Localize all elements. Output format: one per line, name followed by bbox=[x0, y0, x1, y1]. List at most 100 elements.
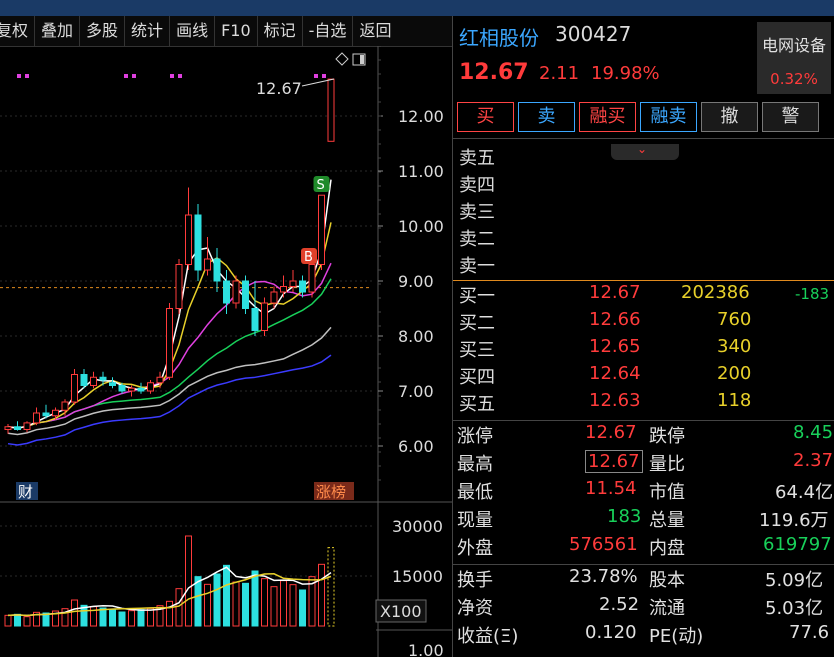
toolbar-draw-line-button[interactable]: 画线 bbox=[170, 16, 216, 46]
volume-bar bbox=[223, 564, 230, 627]
stat-value: 183 bbox=[607, 506, 642, 527]
volume-bar bbox=[185, 535, 192, 627]
stat-row: 最高 12.67 量比 2.37 bbox=[453, 450, 834, 478]
alert-button[interactable]: 警 bbox=[762, 102, 819, 132]
collapse-toggle[interactable]: ⌄ bbox=[611, 142, 679, 160]
stat-value: 5.03亿 bbox=[765, 598, 824, 619]
sector-change-percent: 0.32% bbox=[770, 70, 818, 88]
toolbar-remove-watchlist-button[interactable]: -自选 bbox=[303, 16, 354, 46]
ask-level-4: 卖四 bbox=[459, 175, 495, 196]
volume-bar bbox=[137, 609, 145, 627]
volume-bar bbox=[23, 616, 31, 627]
sector-name: 电网设备 bbox=[761, 36, 826, 55]
bid-price: 12.64 bbox=[589, 363, 641, 384]
divider bbox=[453, 138, 834, 139]
stat-label: 总量 bbox=[649, 510, 685, 531]
bid-row[interactable]: 买一 12.67 202386 -183 bbox=[453, 282, 834, 309]
stat-value: 64.4亿 bbox=[775, 482, 834, 503]
candle-body bbox=[137, 387, 145, 392]
buy-marker-label: B bbox=[304, 250, 313, 265]
stat-value: 576561 bbox=[569, 534, 638, 555]
volume-bar bbox=[99, 607, 107, 627]
toolbar-back-button[interactable]: 返回 bbox=[353, 16, 397, 46]
chart-toolbar: 复权 叠加 多股 统计 画线 F10 标记 -自选 返回 bbox=[0, 16, 452, 47]
sector-box[interactable]: 电网设备 0.32% bbox=[757, 22, 831, 94]
bid-label: 买五 bbox=[459, 394, 495, 415]
candle-body bbox=[327, 78, 335, 142]
volume-bar bbox=[270, 586, 278, 627]
volume-bar bbox=[14, 613, 21, 627]
bid-row[interactable]: 买四 12.64 200 bbox=[453, 363, 834, 390]
diamond-icon bbox=[335, 52, 349, 66]
event-dot bbox=[25, 74, 29, 78]
stock-name[interactable]: 红相股份 bbox=[459, 22, 539, 51]
price-tick-label: 10.00 bbox=[398, 217, 444, 236]
candle-body bbox=[23, 422, 31, 430]
volume-tick-label: 15000 bbox=[392, 567, 443, 586]
stat-label: 股本 bbox=[649, 570, 685, 591]
bid-price: 12.67 bbox=[589, 282, 641, 303]
bid-row[interactable]: 买三 12.65 340 bbox=[453, 336, 834, 363]
bid-row[interactable]: 买二 12.66 760 bbox=[453, 309, 834, 336]
stat-row: 最低 11.54 市值 64.4亿 bbox=[453, 478, 834, 506]
volume-bar bbox=[242, 582, 249, 627]
trade-action-bar: 买 卖 融买 融卖 撤 警 bbox=[457, 102, 819, 132]
volume-bar bbox=[232, 581, 240, 627]
toolbar-fq-button[interactable]: 复权 bbox=[0, 16, 36, 46]
event-dot bbox=[170, 74, 174, 78]
event-dot bbox=[178, 74, 182, 78]
toolbar-statistics-button[interactable]: 统计 bbox=[125, 16, 171, 46]
event-dot bbox=[17, 74, 21, 78]
price-tick-label: 8.00 bbox=[398, 327, 434, 346]
candle-body bbox=[185, 214, 192, 265]
divider bbox=[453, 564, 834, 565]
price-change: 2.11 bbox=[539, 63, 580, 84]
margin-sell-button[interactable]: 融卖 bbox=[640, 102, 697, 132]
stat-label: 收益(Ξ) bbox=[457, 626, 519, 647]
bid-row[interactable]: 买五 12.63 118 bbox=[453, 390, 834, 417]
candle-body bbox=[175, 264, 183, 309]
candle-body bbox=[204, 258, 211, 271]
stat-row: 现量 183 总量 119.6万 bbox=[453, 506, 834, 534]
quote-panel: 红相股份 300427 12.67 2.11 19.98% 电网设备 0.32%… bbox=[452, 16, 834, 657]
candle-body bbox=[194, 214, 202, 271]
volume-tick-label: 30000 bbox=[392, 517, 443, 536]
volume-bar bbox=[204, 583, 211, 627]
toolbar-overlay-button[interactable]: 叠加 bbox=[35, 16, 81, 46]
margin-buy-button[interactable]: 融买 bbox=[579, 102, 636, 132]
chevron-down-icon: ⌄ bbox=[637, 142, 648, 156]
volume-bar bbox=[175, 588, 183, 627]
stat-label: 量比 bbox=[649, 454, 685, 475]
volume-bar bbox=[118, 611, 126, 627]
bid-volume: 340 bbox=[717, 336, 752, 357]
candle-body bbox=[42, 412, 50, 417]
toolbar-f10-button[interactable]: F10 bbox=[215, 16, 258, 46]
price-tick-label: 12.00 bbox=[398, 107, 444, 126]
panel-toggle-icon-fill bbox=[360, 55, 364, 64]
candle-body bbox=[52, 409, 59, 417]
buy-button[interactable]: 买 bbox=[457, 102, 514, 132]
bid-ask-divider bbox=[453, 280, 834, 281]
finance-tag-label: 财 bbox=[18, 483, 33, 501]
kline-chart[interactable]: 12.00 11.00 10.00 9.00 8.00 7.00 6.00 12.67 S B 财 涨… bbox=[0, 46, 452, 657]
volume-bar bbox=[318, 563, 325, 627]
bid-delta: -183 bbox=[795, 285, 830, 303]
stat-label: 最低 bbox=[457, 482, 493, 503]
kline-chart-svg: 12.00 11.00 10.00 9.00 8.00 7.00 6.00 12.67 S B 财 涨… bbox=[0, 46, 452, 657]
candle-body bbox=[251, 308, 259, 331]
stat-label: 涨停 bbox=[457, 426, 493, 447]
toolbar-multi-stock-button[interactable]: 多股 bbox=[80, 16, 126, 46]
volume-bar bbox=[280, 580, 287, 627]
stat-value: 0.120 bbox=[585, 622, 637, 643]
toolbar-mark-button[interactable]: 标记 bbox=[258, 16, 303, 46]
stat-label: 外盘 bbox=[457, 538, 493, 559]
stat-row: 净资 2.52 流通 5.03亿 bbox=[453, 594, 834, 622]
cancel-order-button[interactable]: 撤 bbox=[701, 102, 758, 132]
bid-label: 买二 bbox=[459, 313, 495, 334]
stat-value: 23.78% bbox=[569, 566, 638, 587]
ask-level-3: 卖三 bbox=[459, 202, 495, 223]
stat-value: 12.67 bbox=[585, 422, 637, 443]
current-price: 12.67 bbox=[459, 60, 529, 85]
sell-button[interactable]: 卖 bbox=[518, 102, 575, 132]
candle-body bbox=[223, 280, 230, 304]
